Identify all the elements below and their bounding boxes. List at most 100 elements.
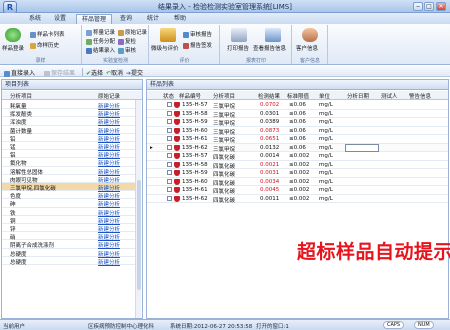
sample-card-list-button[interactable]: 样品卡列表: [30, 30, 65, 38]
close-button[interactable]: ✕: [436, 2, 446, 11]
item-list-scrollbar[interactable]: [135, 100, 141, 318]
menu-system[interactable]: 系统: [24, 14, 46, 24]
table-row[interactable]: 135-H-60 四氯化碳 0.0034 ≤0.002 mg/L: [147, 178, 448, 187]
item-row[interactable]: 总硬度 新建分析: [2, 257, 136, 266]
row-checkbox[interactable]: [167, 110, 172, 116]
col-sample-id[interactable]: 样品编号: [179, 92, 201, 100]
row-checkbox[interactable]: [167, 136, 172, 141]
table-row[interactable]: 135-H-57 四氯化碳 0.0014 ≤0.002 mg/L: [147, 152, 448, 161]
item-row[interactable]: 耗氧量 新建分析: [2, 101, 136, 110]
customer-info-button[interactable]: 客户信息: [296, 44, 318, 52]
menu-help[interactable]: 帮助: [169, 14, 191, 24]
minimize-button[interactable]: ‒: [413, 2, 423, 11]
result-cell: 0.0301: [260, 110, 280, 117]
row-checkbox[interactable]: [167, 170, 172, 175]
current-row-pointer-icon: ▸: [150, 144, 153, 151]
sample-status-icon: [174, 144, 180, 151]
item-row[interactable]: 菌计数量 新建分析: [2, 126, 136, 135]
sample-register-button[interactable]: 样品登录: [2, 44, 24, 52]
col-record-header[interactable]: 原始记录: [98, 92, 120, 100]
item-row[interactable]: 锰新建分析: [2, 142, 136, 151]
col-result[interactable]: 检测结果: [258, 92, 280, 100]
row-checkbox[interactable]: [167, 161, 172, 167]
row-checkbox[interactable]: [167, 153, 172, 158]
report-issue-button[interactable]: 报告签发: [183, 41, 212, 49]
review-button[interactable]: 审核: [118, 46, 136, 54]
grade-evaluate-button[interactable]: 微级与评价: [151, 44, 179, 52]
table-row[interactable]: 135-H-61 四氯化碳 0.0045 ≤0.002 mg/L: [147, 186, 448, 195]
maximize-button[interactable]: □: [424, 2, 434, 11]
reinspect-button[interactable]: 复检: [118, 37, 136, 45]
sample-status-icon: [174, 178, 180, 185]
menu-query[interactable]: 查询: [115, 14, 137, 24]
table-row[interactable]: 135-H-61 三氯甲烷 0.0651 ≤0.06 mg/L: [147, 135, 448, 144]
scrollbar-thumb[interactable]: [137, 180, 141, 290]
table-row[interactable]: 135-H-62 四氯化碳 0.0011 ≤0.002 mg/L: [147, 195, 448, 204]
item-row[interactable]: 浑浊度 新建分析: [2, 117, 136, 126]
col-date[interactable]: 分析日期: [347, 92, 369, 100]
table-row[interactable]: 135-H-58 三氯甲烷 0.0301 ≤0.06 mg/L: [147, 110, 448, 119]
result-cell: 0.0651: [260, 136, 280, 142]
num-indicator: NUM: [414, 321, 434, 329]
col-limit[interactable]: 标准限值: [287, 92, 309, 100]
raw-record-button[interactable]: 原始记录: [118, 28, 147, 36]
row-checkbox[interactable]: [167, 178, 172, 184]
item-row[interactable]: 硝新建分析: [2, 232, 136, 241]
item-row[interactable]: 锌新建分析: [2, 224, 136, 233]
item-row[interactable]: 肉眼可见物 新建分析: [2, 175, 136, 184]
audit-report-button[interactable]: 审核报告: [183, 30, 212, 38]
item-row[interactable]: 氟化物 新建分析: [2, 158, 136, 167]
table-row[interactable]: 135-H-60 三氯甲烷 0.0873 ≤0.06 mg/L: [147, 127, 448, 136]
menu-settings[interactable]: 设置: [49, 14, 71, 24]
item-row[interactable]: 铝新建分析: [2, 150, 136, 159]
item-row[interactable]: 色度 新建分析: [2, 191, 136, 200]
table-row[interactable]: 135-H-59 四氯化碳 0.0031 ≤0.002 mg/L: [147, 169, 448, 178]
item-row[interactable]: 铅新建分析: [2, 134, 136, 143]
item-row[interactable]: 总硬度 新建分析: [2, 249, 136, 258]
row-checkbox[interactable]: [167, 187, 172, 192]
batch-entry-button[interactable]: 直接录入: [4, 68, 35, 77]
select-button[interactable]: ✔选择: [86, 68, 103, 77]
item-name: 总硬度: [10, 259, 27, 266]
save-results-button[interactable]: 保存结果: [44, 68, 75, 77]
weigh-record-button[interactable]: 称量记录: [86, 28, 115, 36]
print-report-button[interactable]: 打印报告: [227, 44, 249, 52]
item-row[interactable]: 铁新建分析: [2, 208, 136, 217]
row-checkbox[interactable]: [167, 119, 172, 124]
item-row[interactable]: 砷新建分析: [2, 199, 136, 208]
row-checkbox[interactable]: [167, 144, 172, 150]
cancel-button[interactable]: ↶取消: [106, 68, 123, 77]
item-row[interactable]: 三氯甲烷,四氯化碳 新建分析: [2, 183, 136, 192]
item-row[interactable]: 挥发酚类 新建分析: [2, 109, 136, 118]
date-edit-field[interactable]: [345, 143, 379, 152]
item-row[interactable]: 溶解性总固体 新建分析: [2, 167, 136, 176]
table-row[interactable]: 135-H-59 三氯甲烷 0.0389 ≤0.06 mg/L: [147, 118, 448, 127]
scale-icon: [86, 29, 92, 36]
task-icon: [86, 38, 92, 45]
col-status[interactable]: 状态: [163, 92, 174, 100]
col-unit[interactable]: 单位: [319, 92, 330, 100]
new-analysis-link[interactable]: 新建分析: [98, 258, 120, 266]
status-time: 系统日期:2012-06-27 20:53:58: [170, 324, 253, 330]
submit-button[interactable]: ➔提交: [126, 68, 143, 77]
col-tester[interactable]: 测试人: [381, 92, 398, 100]
task-assign-button[interactable]: 任务分配: [86, 37, 115, 45]
col-item-header[interactable]: 分析项目: [10, 92, 32, 100]
item-row[interactable]: 阴离子合成洗涤剂 新建分析: [2, 240, 136, 249]
ribbon: 样品登录 样品卡列表 命样历史 录样 称量记录 任务分配 结果录入 原始记录 复…: [0, 24, 450, 65]
table-row[interactable]: ▸ 135-H-62 三氯甲烷 0.0132 ≤0.06 mg/L: [147, 143, 448, 153]
table-row[interactable]: 135-H-58 四氯化碳 0.0021 ≤0.002 mg/L: [147, 161, 448, 170]
sample-status-icon: [174, 170, 180, 176]
table-row[interactable]: 135-H-57 三氯甲烷 0.0702 ≤0.06 mg/L: [147, 101, 448, 110]
col-warning[interactable]: 警告信息: [409, 92, 431, 100]
menu-sample-management[interactable]: 样品管理: [76, 14, 112, 24]
view-report-info-button[interactable]: 查看报告信息: [253, 44, 286, 52]
item-row[interactable]: 铜新建分析: [2, 216, 136, 225]
result-entry-button[interactable]: 结果录入: [86, 46, 115, 54]
row-checkbox[interactable]: [167, 127, 172, 133]
col-item[interactable]: 分析项目: [213, 92, 235, 100]
menu-statistics[interactable]: 统计: [142, 14, 164, 24]
row-checkbox[interactable]: [167, 195, 172, 201]
sample-history-button[interactable]: 命样历史: [30, 41, 59, 49]
row-checkbox[interactable]: [167, 102, 172, 107]
